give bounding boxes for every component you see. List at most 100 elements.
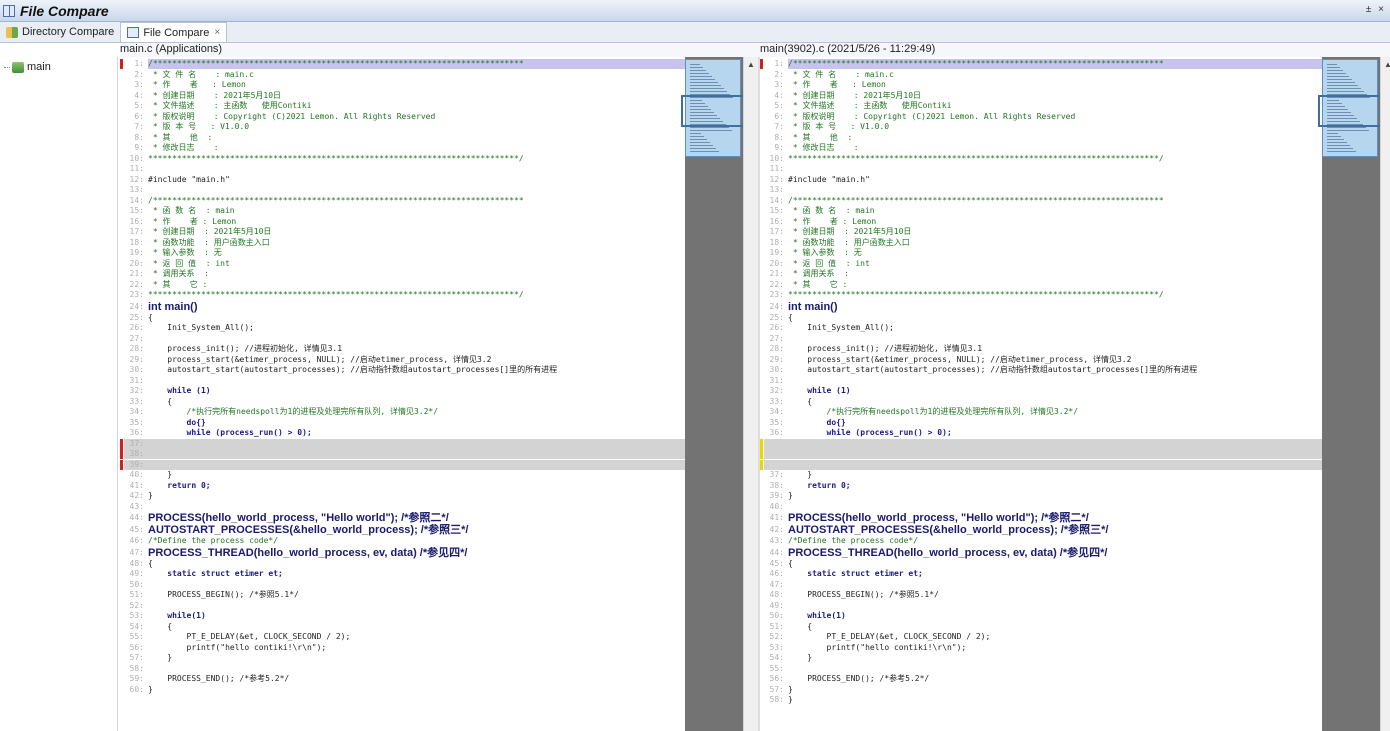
code-text: * 创建日期 : 2021年5月10日	[148, 227, 272, 236]
code-text: * 创建日期 : 2021年5月10日	[788, 90, 922, 100]
code-text: * 其 他 :	[148, 132, 213, 142]
line-number: 7:	[774, 122, 784, 131]
code-text: ****************************************…	[788, 290, 1164, 299]
line-number: 44:	[129, 513, 144, 522]
left-scrollbar[interactable]: ▲	[743, 57, 758, 731]
right-minimap-viewport[interactable]	[1318, 95, 1382, 127]
line-number: 52:	[129, 600, 144, 610]
line-number: 21:	[769, 269, 784, 278]
tab-directory-compare[interactable]: Directory Compare	[0, 22, 120, 42]
line-number: 50:	[129, 579, 144, 589]
code-line: 39:	[124, 459, 685, 470]
code-line: 13:	[124, 185, 685, 195]
minimap-line	[690, 139, 707, 140]
window-controls[interactable]: ± ×	[1366, 4, 1386, 15]
line-number: 13:	[129, 185, 144, 194]
code-text: * 调用关系 :	[788, 269, 849, 278]
code-line: 46: static struct etimer et;	[764, 569, 1322, 579]
code-line: 31:	[764, 376, 1322, 386]
minimap-line	[1327, 145, 1350, 146]
code-text: while(1)	[148, 611, 206, 620]
line-number: 43:	[129, 501, 144, 511]
scroll-up-icon[interactable]: ▲	[747, 60, 755, 69]
code-line: 28: process_init(); //进程初始化, 详情见3.1	[124, 344, 685, 354]
line-number: 18:	[129, 237, 144, 247]
code-line: 14: /************************************…	[124, 196, 685, 206]
line-number: 41:	[129, 480, 144, 490]
line-number: 51:	[769, 621, 784, 631]
code-line: 4: * 创建日期 : 2021年5月10日	[124, 91, 685, 101]
code-line: 8: * 其 他 :	[764, 133, 1322, 143]
code-text: return 0;	[148, 480, 211, 490]
diff-marker	[120, 438, 123, 449]
minimap-line	[690, 88, 724, 89]
code-line	[764, 459, 1322, 470]
line-number: 1:	[134, 59, 144, 68]
code-text: {	[148, 621, 173, 631]
line-number: 51:	[129, 590, 144, 599]
code-line: 18: * 函数功能 : 用户函数主入口	[124, 238, 685, 248]
code-text: /*Define the process code*/	[788, 536, 919, 545]
code-line: 3: * 作 者 : Lemon	[124, 80, 685, 90]
code-text: }	[148, 684, 153, 694]
code-text: PROCESS_END(); /*参考5.2*/	[788, 674, 930, 683]
line-number: 22:	[769, 279, 784, 289]
code-text: while (process_run() > 0);	[148, 428, 312, 437]
line-number: 39:	[769, 491, 784, 500]
code-line: 37: }	[764, 470, 1322, 480]
code-text: * 输入参数 : 无	[788, 248, 862, 257]
right-overview-bar[interactable]	[1318, 57, 1382, 731]
code-line: 21: * 调用关系 :	[124, 269, 685, 279]
right-code-pane[interactable]: 1: /*************************************…	[760, 57, 1322, 731]
code-line: 11:	[764, 164, 1322, 174]
code-text: * 修改日志 :	[788, 143, 859, 152]
code-text: * 作 者 : Lemon	[148, 216, 237, 226]
left-overview-bar[interactable]	[681, 57, 745, 731]
left-code-pane[interactable]: 1: /*************************************…	[120, 57, 685, 731]
code-line: 47:	[764, 580, 1322, 590]
line-number: 25:	[129, 312, 144, 322]
code-line: 38: return 0;	[764, 481, 1322, 491]
diff-marker	[120, 459, 123, 470]
code-text: {	[788, 396, 813, 406]
code-line: 27:	[124, 334, 685, 344]
code-text: autostart_start(autostart_processes); //…	[148, 365, 558, 374]
line-number: 34:	[129, 407, 144, 416]
code-line: 18: * 函数功能 : 用户函数主入口	[764, 238, 1322, 248]
left-minimap-viewport[interactable]	[681, 95, 745, 127]
code-line: 44: PROCESS(hello_world_process, "Hello w…	[124, 512, 685, 524]
code-line: 46: /*Define the process code*/	[124, 536, 685, 546]
tree-node-main[interactable]: main	[4, 61, 117, 73]
scroll-up-icon[interactable]: ▲	[1384, 60, 1390, 69]
close-tab-icon[interactable]: ×	[214, 27, 220, 38]
code-text: #include "main.h"	[148, 174, 230, 184]
code-line: 20: * 返 回 值 : int	[124, 259, 685, 269]
minimap-line	[1327, 139, 1344, 140]
code-line: 24: int main()	[124, 301, 685, 313]
minimap-line	[1327, 130, 1369, 131]
code-text: }	[788, 470, 813, 479]
line-number: 17:	[129, 227, 144, 236]
code-text: /***************************************…	[148, 195, 524, 205]
code-text: * 其 它 :	[148, 279, 208, 289]
code-text: while (1)	[788, 386, 851, 395]
minimap-line	[1327, 85, 1358, 86]
right-scrollbar[interactable]: ▲	[1380, 57, 1390, 731]
code-text: while(1)	[788, 611, 846, 620]
code-line: 48: {	[124, 559, 685, 569]
line-number: 27:	[769, 333, 784, 343]
tab-file-compare[interactable]: File Compare ×	[120, 22, 228, 42]
code-line: 32: while (1)	[764, 386, 1322, 396]
minimap-line	[1327, 76, 1349, 77]
code-text: * 创建日期 : 2021年5月10日	[148, 90, 282, 100]
line-number: 3:	[134, 80, 144, 89]
minimap-line	[690, 133, 701, 134]
code-line: 5: * 文件描述 : 主函数 使用Contiki	[764, 101, 1322, 111]
code-line: 55:	[764, 664, 1322, 674]
